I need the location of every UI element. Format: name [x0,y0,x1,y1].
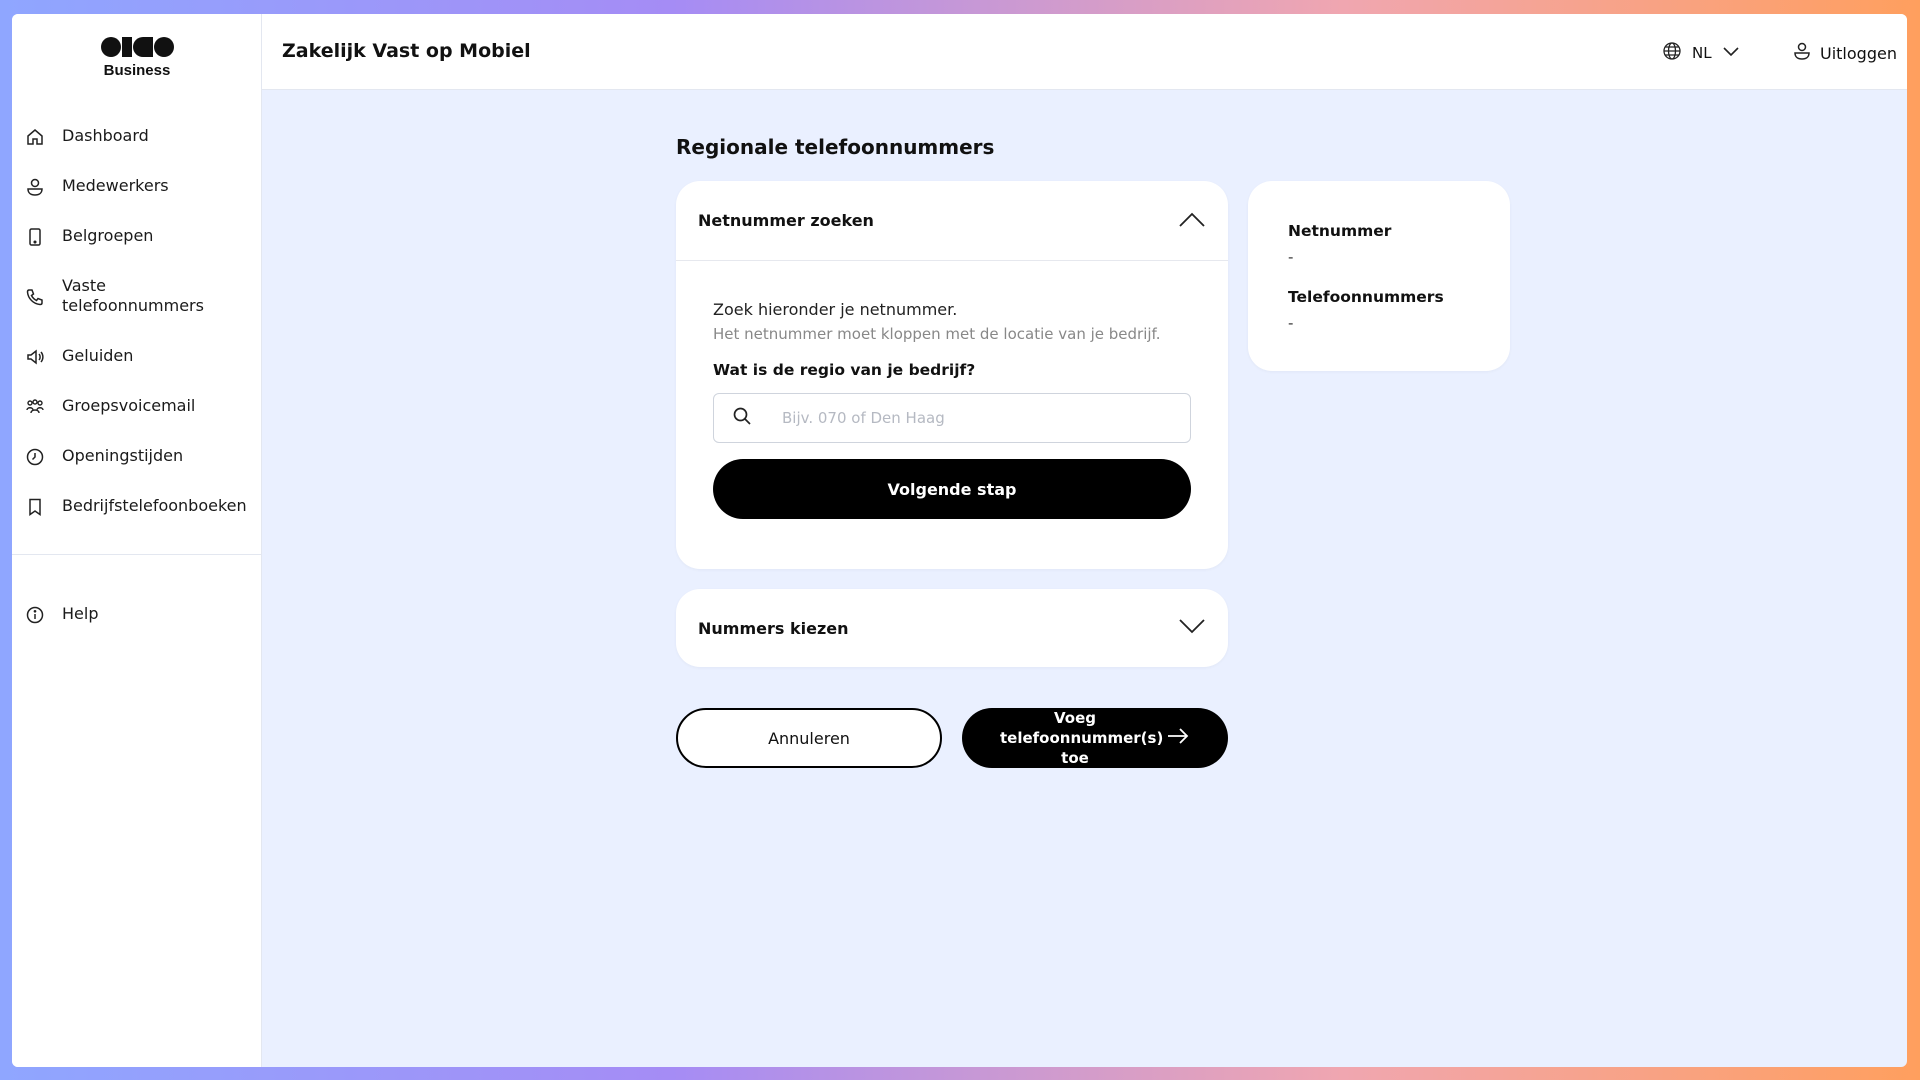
app-window: Business Dashboard Medewerkers Belgroepe… [12,14,1907,1067]
app-title: Zakelijk Vast op Mobiel [282,40,531,62]
topbar: Zakelijk Vast op Mobiel NL Uitloggen [262,14,1907,90]
bookmark-icon [24,496,46,518]
language-selector[interactable]: NL [1662,41,1740,65]
sidebar-item-medewerkers[interactable]: Medewerkers [12,176,262,226]
add-phone-numbers-button[interactable]: Voeg telefoonnummer(s) toe [962,708,1228,768]
sidebar-item-label: Medewerkers [62,176,169,195]
info-icon [24,604,46,626]
user-icon [24,176,46,198]
home-icon [24,126,46,148]
sidebar-item-help[interactable]: Help [12,604,262,654]
sidebar: Business Dashboard Medewerkers Belgroepe… [12,14,262,1067]
sidebar-help: Help [12,604,262,654]
sidebar-item-belgroepen[interactable]: Belgroepen [12,226,262,276]
search-hint: Zoek hieronder je netnummer. [713,300,958,319]
netnummer-search-body: Zoek hieronder je netnummer. Het netnumm… [676,261,1228,519]
sidebar-item-dashboard[interactable]: Dashboard [12,126,262,176]
choose-numbers-card: Nummers kiezen [676,589,1228,667]
sidebar-item-label: Dashboard [62,126,149,145]
globe-icon [1662,41,1682,65]
page-title: Regionale telefoonnummers [676,135,995,159]
choose-numbers-header[interactable]: Nummers kiezen [676,589,1228,667]
group-icon [24,396,46,418]
sidebar-item-label: Openingstijden [62,446,184,465]
summary-netnummer-label: Netnummer [1288,222,1392,240]
sidebar-item-vaste-telefoonnummers[interactable]: Vaste telefoonnummers [12,276,262,346]
mobile-icon [24,226,46,248]
brand-name: Business [103,62,171,79]
region-question: Wat is de regio van je bedrijf? [713,361,976,379]
summary-telefoonnummers-value: - [1288,314,1294,332]
region-search-input[interactable] [782,409,1162,427]
sidebar-item-openingstijden[interactable]: Openingstijden [12,446,262,496]
sidebar-item-label: Help [62,604,99,623]
sidebar-nav: Dashboard Medewerkers Belgroepen Vaste t… [12,126,262,546]
sidebar-item-groepsvoicemail[interactable]: Groepsvoicemail [12,396,262,446]
cancel-button[interactable]: Annuleren [676,708,942,768]
sidebar-divider [12,554,262,555]
phone-icon [24,286,46,308]
netnummer-search-header[interactable]: Netnummer zoeken [676,181,1228,261]
arrow-right-icon [1166,727,1190,749]
chevron-down-icon[interactable] [1178,617,1206,639]
search-subhint: Het netnummer moet kloppen met de locati… [713,325,1161,343]
language-label: NL [1692,44,1712,62]
netnummer-search-card: Netnummer zoeken Zoek hieronder je netnu… [676,181,1228,569]
logout-label: Uitloggen [1820,43,1897,63]
region-search-box[interactable] [713,393,1191,443]
sidebar-item-bedrijfstelefoonboeken[interactable]: Bedrijfstelefoonboeken [12,496,262,546]
summary-netnummer-value: - [1288,248,1294,266]
chevron-down-icon [1722,44,1740,62]
summary-card: Netnummer - Telefoonnummers - [1248,181,1510,371]
brand-logo-mark [100,36,174,58]
card-title: Nummers kiezen [698,618,849,638]
sidebar-item-geluiden[interactable]: Geluiden [12,346,262,396]
sidebar-item-label: Groepsvoicemail [62,396,196,415]
card-title: Netnummer zoeken [698,211,874,230]
chevron-up-icon[interactable] [1178,210,1206,232]
search-icon [732,406,752,430]
sidebar-item-label: Geluiden [62,346,134,365]
clock-icon [24,446,46,468]
sidebar-item-label: Belgroepen [62,226,154,245]
logout-button[interactable]: Uitloggen [1792,41,1897,65]
main-content: Zakelijk Vast op Mobiel NL Uitloggen Reg… [262,14,1907,1067]
next-step-button[interactable]: Volgende stap [713,459,1191,519]
sidebar-item-label: Vaste telefoonnummers [62,276,204,315]
summary-telefoonnummers-label: Telefoonnummers [1288,288,1444,306]
user-icon [1792,41,1812,65]
logo[interactable]: Business [12,36,262,79]
add-phone-numbers-label: Voeg telefoonnummer(s) toe [1000,709,1164,767]
sidebar-item-label: Bedrijfstelefoonboeken [62,496,247,515]
speaker-icon [24,346,46,368]
